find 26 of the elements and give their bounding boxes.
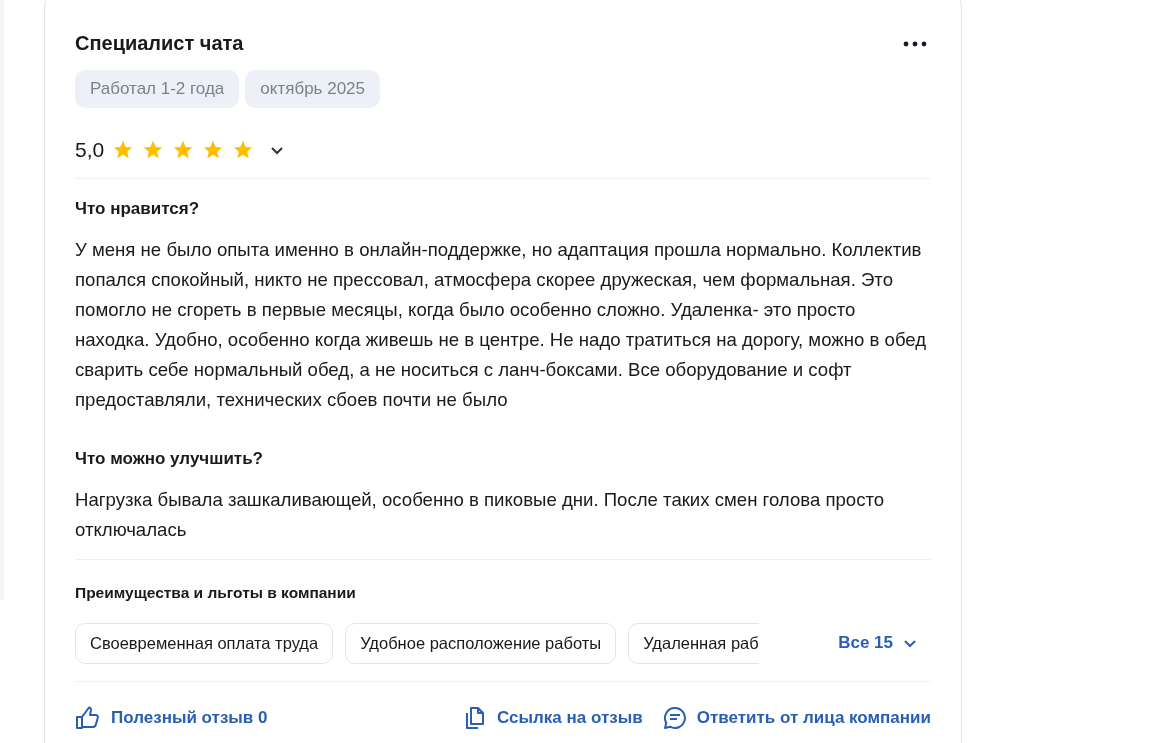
section-heading: Что нравится? [75,199,201,219]
benefits-heading: Преимущества и льготы в компании [75,584,357,602]
section-heading: Что можно улучшить? [75,449,264,469]
chat-bubble-icon [662,706,687,730]
benefit-chip: Удаленная раб [628,622,759,664]
chevron-down-icon [903,638,917,648]
useful-button[interactable]: Полезный отзыв 0 [75,706,268,730]
star-icon [232,139,255,161]
benefit-chip: Своевременная оплата труда [75,622,334,664]
tag: октябрь 2025 [245,70,380,108]
tag: Работал 1-2 года [75,70,240,108]
star-icon [112,139,135,161]
chevron-down-icon[interactable] [270,145,285,155]
star-icon [172,139,195,161]
star-icon [142,139,165,161]
thumbs-up-icon [75,706,101,730]
review-text: Нагрузка бывала зашкаливающей, особенно в пиковые дни. После таких смен голова просто отключалась [75,488,886,542]
review-text: У меня не было опыта именно в онлайн-поддержке, но адаптация прошла нормально. Коллектив попался спокойный, никто не прессовал, атмосфера скорее дружеская, чем формальная. Это помогло не сгореть в первые месяцы, когда было особенно сложно. Удаленка- это просто находка. Удобно, особенно когда живешь не в центре. Не надо тратиться на дорогу, можно в обед сварить себе нормальный обед, а не носиться с ланч-боксами. Все оборудование и софт предоставляли, технических сбоев почти не было [75,238,928,412]
star-icon [202,139,225,161]
benefit-chip: Удобное расположение работы [345,622,617,664]
reply-button[interactable]: Ответить от лица компании [662,706,931,730]
rating-score: 5,0 [75,138,105,162]
review-title: Специалист чата [75,32,244,55]
show-all-link[interactable]: Все 15 [838,633,931,653]
review-link-button[interactable]: Ссылка на отзыв [463,706,643,730]
more-menu-icon[interactable] [903,40,927,47]
